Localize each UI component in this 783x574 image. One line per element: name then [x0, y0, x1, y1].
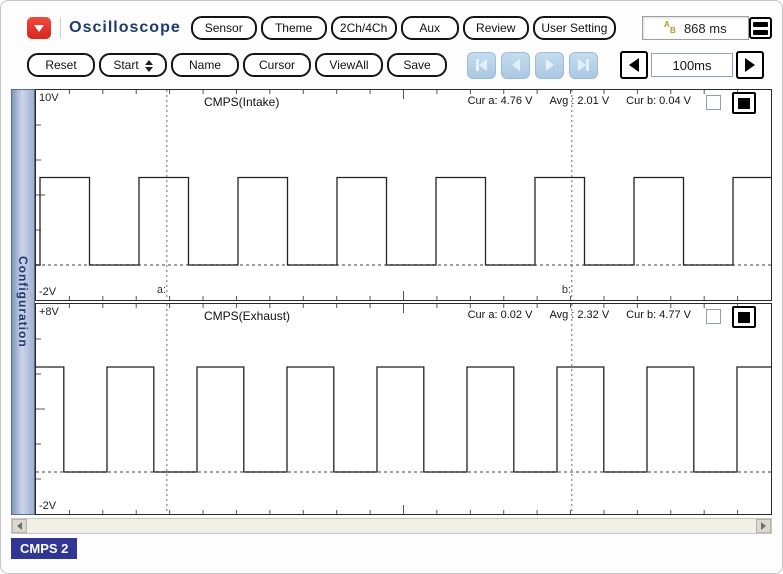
intake-range-bottom-label: -2V	[39, 286, 56, 298]
record-dropdown-button[interactable]	[27, 17, 51, 39]
filled-square-icon	[738, 98, 750, 109]
left-arrow-icon	[17, 522, 22, 530]
right-triangle-icon	[745, 58, 755, 72]
intake-measurements: Cur a: 4.76 V Avg : 2.01 V Cur b: 0.04 V	[468, 95, 691, 107]
prev-icon	[512, 59, 520, 71]
timebase-decrease-button[interactable]	[620, 51, 648, 79]
cursor-b-value: Cur b: 0.04 V	[626, 95, 691, 107]
page-title: Oscilloscope	[69, 19, 181, 37]
last-page-button[interactable]	[569, 52, 598, 79]
chart-region: Configuration a: b: 10V -2V CMPS(Intake) …	[11, 89, 772, 515]
intake-waveform: a: b:	[36, 90, 771, 300]
svg-text:b:: b:	[562, 284, 571, 296]
waveform-panels: a: b: 10V -2V CMPS(Intake) Cur a: 4.76 V …	[35, 89, 772, 515]
sensor-button[interactable]: Sensor	[191, 16, 257, 40]
exhaust-maximize-button[interactable]	[732, 306, 756, 328]
avg-value: Avg : 2.32 V	[549, 309, 609, 321]
review-button[interactable]: Review	[463, 16, 529, 40]
configuration-panel-handle[interactable]: Configuration	[11, 89, 35, 515]
divider	[60, 18, 61, 38]
intake-channel-title: CMPS(Intake)	[204, 95, 279, 109]
channel-mode-button[interactable]: 2Ch/4Ch	[331, 16, 397, 40]
exhaust-range-bottom-label: -2V	[39, 500, 56, 512]
name-button[interactable]: Name	[171, 53, 239, 77]
exhaust-select-checkbox[interactable]	[706, 309, 721, 324]
reset-button[interactable]: Reset	[27, 53, 95, 77]
right-arrow-icon	[761, 522, 766, 530]
prev-page-button[interactable]	[501, 52, 530, 79]
toolbar-top: Oscilloscope Sensor Theme 2Ch/4Ch Aux Re…	[27, 14, 772, 42]
panel-cmps-exhaust: +8V -2V CMPS(Exhaust) Cur a: 0.02 V Avg …	[35, 303, 772, 515]
ab-cursor-icon: AB	[664, 22, 678, 34]
start-label: Start	[113, 58, 138, 72]
intake-range-top-label: 10V	[39, 92, 59, 104]
next-page-button[interactable]	[535, 52, 564, 79]
svg-text:a:: a:	[157, 284, 166, 296]
scroll-right-button[interactable]	[756, 519, 771, 533]
oscilloscope-window: Oscilloscope Sensor Theme 2Ch/4Ch Aux Re…	[0, 0, 783, 574]
first-page-button[interactable]	[467, 52, 496, 79]
cursor-button[interactable]: Cursor	[243, 53, 311, 77]
timebase-control: 100ms	[620, 51, 764, 79]
cursor-a-value: Cur a: 4.76 V	[468, 95, 533, 107]
exhaust-waveform	[36, 304, 771, 514]
intake-select-checkbox[interactable]	[706, 95, 721, 110]
menu-lines-icon[interactable]	[749, 17, 772, 39]
timebase-value: 100ms	[651, 53, 733, 77]
first-icon	[479, 59, 487, 71]
exhaust-range-top-label: +8V	[39, 306, 59, 318]
save-button[interactable]: Save	[387, 53, 447, 77]
user-setting-button[interactable]: User Setting	[533, 16, 616, 40]
filled-square-icon	[738, 312, 750, 323]
cursor-time-display: AB 868 ms	[642, 16, 749, 40]
theme-button[interactable]: Theme	[261, 16, 327, 40]
cursor-a-value: Cur a: 0.02 V	[468, 309, 533, 321]
left-triangle-icon	[629, 58, 639, 72]
last-icon	[578, 59, 586, 71]
configuration-label: Configuration	[16, 256, 30, 348]
aux-button[interactable]: Aux	[401, 16, 459, 40]
time-value: 868 ms	[684, 21, 727, 36]
scroll-left-button[interactable]	[12, 519, 27, 533]
toolbar-second: Reset Start Name Cursor ViewAll Save 100…	[27, 51, 772, 79]
horizontal-scrollbar[interactable]	[11, 518, 772, 534]
cursor-b-value: Cur b: 4.77 V	[626, 309, 691, 321]
down-triangle-icon	[34, 25, 44, 32]
exhaust-channel-title: CMPS(Exhaust)	[204, 309, 290, 323]
avg-value: Avg : 2.01 V	[549, 95, 609, 107]
start-button[interactable]: Start	[99, 53, 167, 77]
page-nav-group	[467, 52, 598, 79]
spinner-icon	[145, 60, 153, 72]
channel-tab[interactable]: CMPS 2	[11, 538, 77, 559]
viewall-button[interactable]: ViewAll	[315, 53, 383, 77]
next-icon	[546, 59, 554, 71]
exhaust-measurements: Cur a: 0.02 V Avg : 2.32 V Cur b: 4.77 V	[468, 309, 691, 321]
panel-cmps-intake: a: b: 10V -2V CMPS(Intake) Cur a: 4.76 V …	[35, 89, 772, 301]
timebase-increase-button[interactable]	[736, 51, 764, 79]
intake-maximize-button[interactable]	[732, 92, 756, 114]
